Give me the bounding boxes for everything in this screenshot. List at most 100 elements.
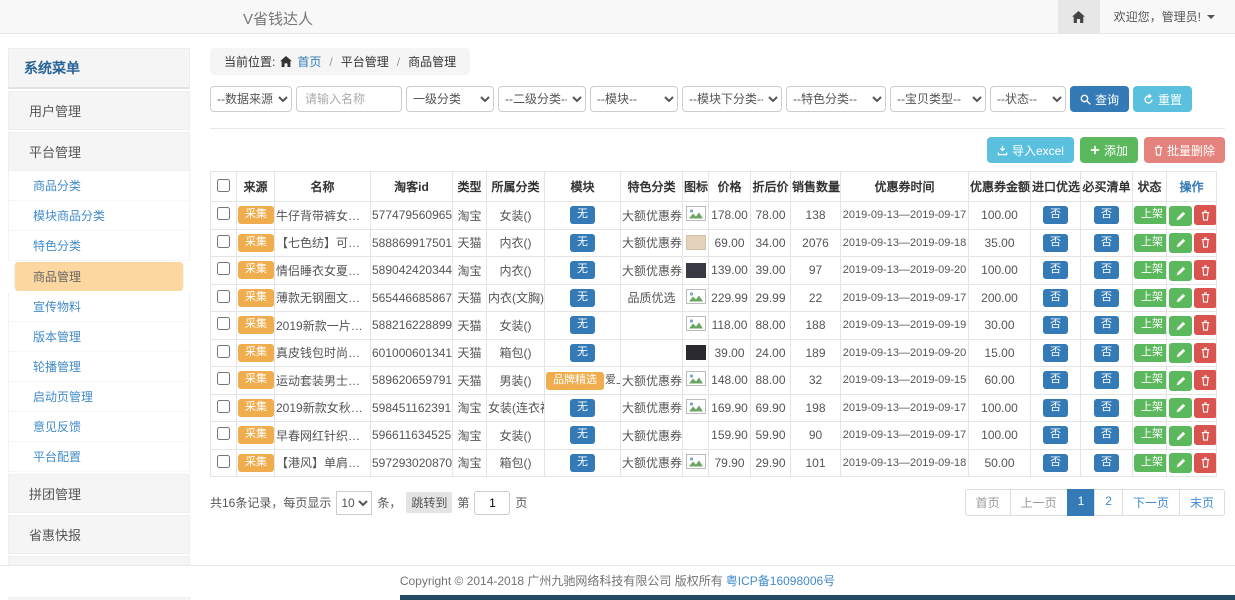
source-cell: 采集 [237,229,275,257]
user-menu[interactable]: 欢迎您，管理员! [1100,8,1235,25]
category-cell: 箱包() [487,339,545,367]
row-checkbox[interactable] [217,372,230,385]
select-all-checkbox[interactable] [217,179,230,192]
sidebar-item[interactable]: 宣传物料 [8,292,190,322]
price-cell: 39.00 [709,339,751,367]
must-buy-cell: 否 [1081,284,1133,312]
status-select[interactable]: --状态-- [990,86,1066,112]
row-checkbox[interactable] [217,455,230,468]
module-subcategory-select[interactable]: --模块下分类-- [682,86,782,112]
delete-button[interactable] [1194,315,1217,335]
delete-button[interactable] [1194,205,1217,225]
delete-button[interactable] [1194,260,1217,280]
batch-delete-button[interactable]: 批量删除 [1144,137,1225,163]
feature-category-select[interactable]: --特色分类-- [786,86,886,112]
data-source-select[interactable]: --数据来源-- [210,86,292,112]
name-search-input[interactable] [296,86,402,112]
row-checkbox[interactable] [217,427,230,440]
edit-button[interactable] [1169,316,1192,336]
home-button[interactable] [1058,0,1100,33]
row-checkbox[interactable] [217,290,230,303]
row-checkbox-cell [211,312,237,340]
edit-icon [1176,403,1186,413]
sidebar-item[interactable]: 启动页管理 [8,382,190,412]
module-select[interactable]: --模块-- [590,86,678,112]
col-header: 进口优选 [1031,172,1081,202]
row-checkbox-cell [211,449,237,477]
taoke-id-cell: 597293020870 [371,449,453,477]
icp-link[interactable]: 粤ICP备16098006号 [726,572,835,589]
page-size-select[interactable]: 10 [336,491,372,515]
pager-item[interactable]: 下一页 [1122,489,1180,516]
sidebar-item[interactable]: 拼团管理 [8,474,190,513]
delete-button[interactable] [1194,343,1217,363]
row-checkbox[interactable] [217,207,230,220]
edit-icon [1176,211,1186,221]
jump-page-input[interactable] [474,491,510,515]
edit-button[interactable] [1169,453,1192,473]
row-checkbox[interactable] [217,317,230,330]
type-cell: 天猫 [453,284,487,312]
breadcrumb-home-link[interactable]: 首页 [297,53,321,70]
search-button[interactable]: 查询 [1070,86,1129,112]
taoke-id-cell: 589042420344 [371,257,453,285]
module-none-badge: 无 [570,344,595,362]
delete-button[interactable] [1194,453,1217,473]
edit-button[interactable] [1169,261,1192,281]
pager-item[interactable]: 1 [1067,489,1096,516]
sidebar-item[interactable]: 省惠快报 [8,515,190,554]
edit-button[interactable] [1169,206,1192,226]
sidebar-item[interactable]: 模块商品分类 [8,201,190,231]
import-excel-button[interactable]: 导入excel [987,137,1074,163]
row-checkbox[interactable] [217,262,230,275]
level1-category-select[interactable]: 一级分类 [406,86,494,112]
level2-category-select[interactable]: --二级分类-- [498,86,586,112]
copyright-text: Copyright © 2014-2018 广州九驰网络科技有限公司 版权所有 [400,572,723,589]
discount-price-cell: 34.00 [751,229,791,257]
row-checkbox[interactable] [217,400,230,413]
sidebar-item[interactable]: 用户管理 [8,91,190,130]
col-header: 来源 [237,172,275,202]
add-button[interactable]: 添加 [1080,137,1138,163]
operations-cell [1167,422,1217,450]
import-select-cell: 否 [1031,312,1081,340]
pager-item[interactable]: 2 [1094,489,1123,516]
edit-button[interactable] [1169,233,1192,253]
operations-cell [1167,339,1217,367]
coupon-amount-cell: 100.00 [969,257,1031,285]
item-type-select[interactable]: --宝贝类型-- [890,86,986,112]
pager-item[interactable]: 上一页 [1010,489,1068,516]
image-placeholder-icon [686,399,706,414]
edit-button[interactable] [1169,288,1192,308]
reset-button[interactable]: 重置 [1133,86,1192,112]
row-checkbox[interactable] [217,235,230,248]
jump-label: 跳转到 [406,492,452,513]
sidebar-item[interactable]: 平台管理 [8,132,190,171]
status-on-sale-badge: 上架 [1134,344,1167,362]
delete-button[interactable] [1194,288,1217,308]
delete-button[interactable] [1194,398,1217,418]
sidebar-item[interactable]: 商品分类 [8,171,190,201]
image-placeholder-icon [686,206,706,221]
sidebar-item[interactable]: 特色分类 [8,231,190,261]
coupon-time-cell: 2019-09-13—2019-09-18 [841,229,969,257]
row-checkbox[interactable] [217,345,230,358]
sidebar-item[interactable]: 平台配置 [8,442,190,472]
delete-button[interactable] [1194,233,1217,253]
sidebar: 系统菜单 用户管理平台管理商品分类模块商品分类特色分类商品管理宣传物料版本管理轮… [8,48,190,600]
status-on-sale-badge: 上架 [1134,261,1167,279]
import-no-badge: 否 [1043,289,1068,307]
sidebar-item[interactable]: 版本管理 [8,322,190,352]
edit-button[interactable] [1169,343,1192,363]
delete-button[interactable] [1194,370,1217,390]
delete-button[interactable] [1194,425,1217,445]
sidebar-item[interactable]: 商品管理 [14,262,184,291]
edit-button[interactable] [1169,426,1192,446]
pager-item[interactable]: 末页 [1179,489,1225,516]
sidebar-item[interactable]: 意见反馈 [8,412,190,442]
sidebar-item[interactable]: 轮播管理 [8,352,190,382]
pager-item[interactable]: 首页 [965,489,1011,516]
taoke-id-cell: 598451162391 [371,394,453,422]
edit-button[interactable] [1169,371,1192,391]
edit-button[interactable] [1169,398,1192,418]
